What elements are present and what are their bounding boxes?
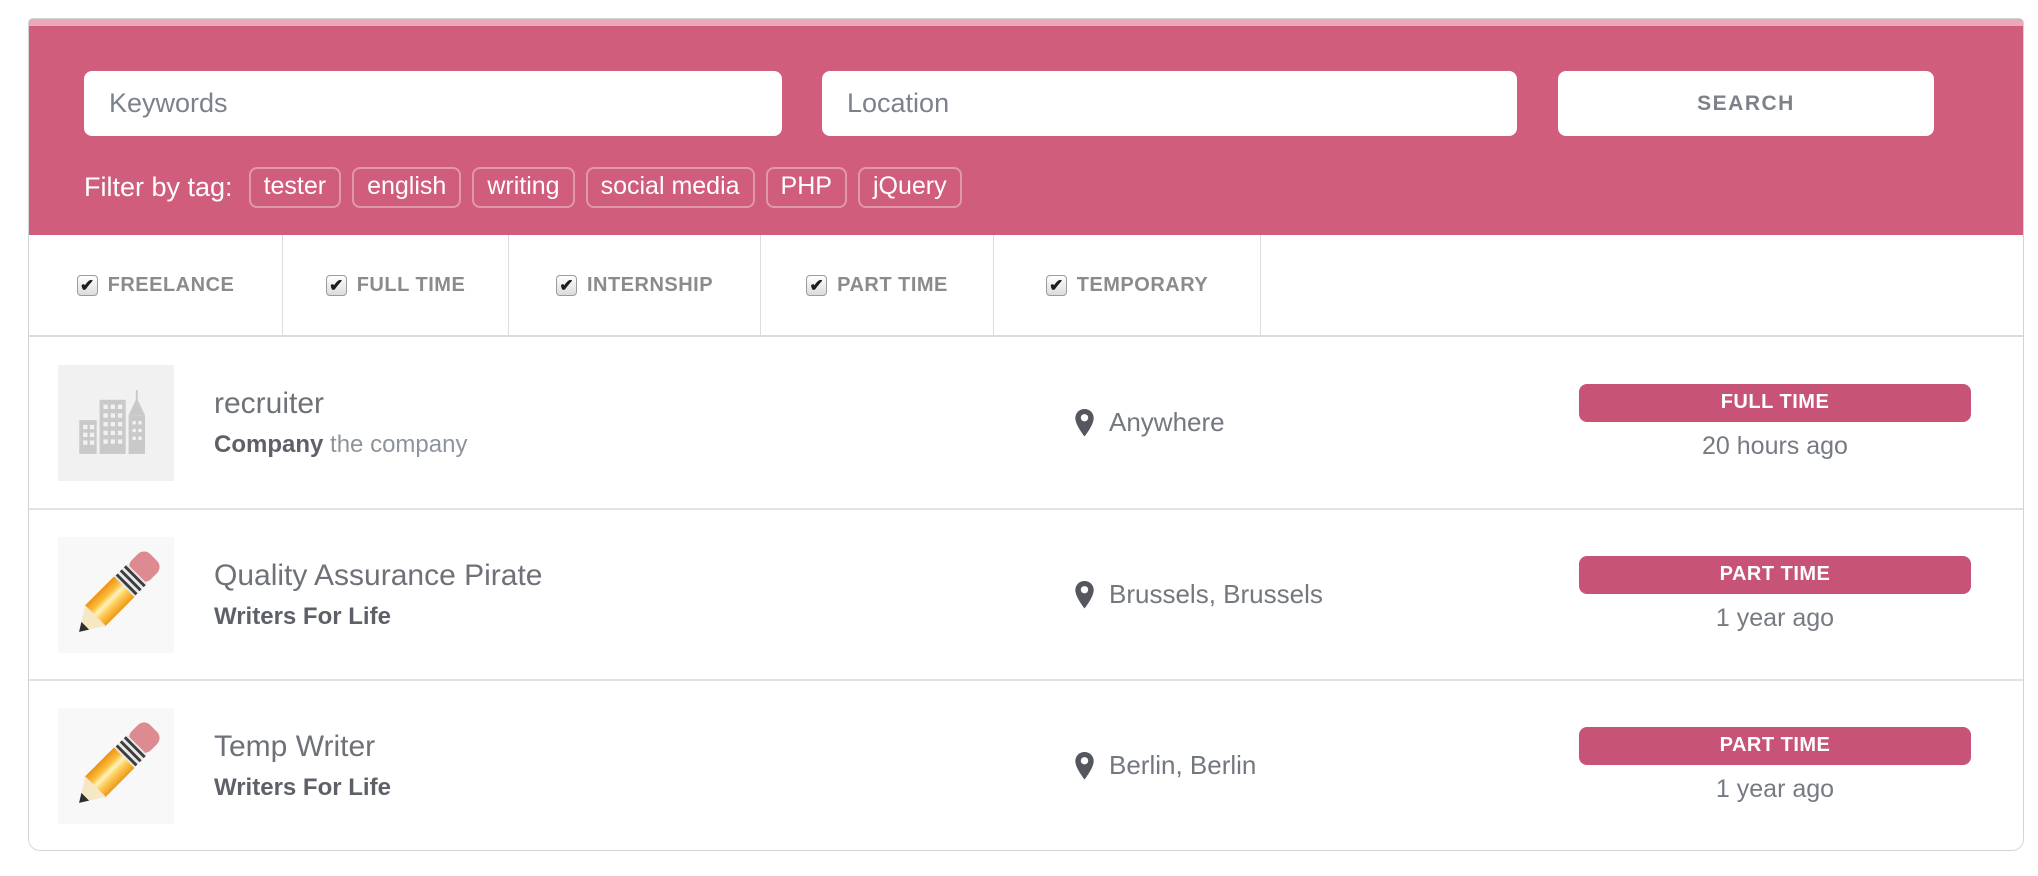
job-company-line: Writers For Life <box>214 603 1074 631</box>
job-type-badge: PART TIME <box>1579 727 1971 765</box>
filter-by-tag-label: Filter by tag: <box>84 172 233 203</box>
job-type-filter-bar: ✔ FREELANCE ✔ FULL TIME ✔ INTERNSHIP ✔ P… <box>29 235 2023 337</box>
job-text-block: recruiter Company the company <box>214 387 1074 459</box>
job-row-temp-writer[interactable]: Temp Writer Writers For Life Berlin, Ber… <box>29 679 2023 850</box>
location-text: Berlin, Berlin <box>1109 750 1256 781</box>
job-type-badge: PART TIME <box>1579 556 1971 594</box>
tag-tester[interactable]: tester <box>249 167 342 208</box>
job-location: Brussels, Brussels <box>1074 579 1579 610</box>
location-input[interactable] <box>822 71 1517 136</box>
posted-time: 1 year ago <box>1579 775 1971 804</box>
job-meta: PART TIME 1 year ago <box>1579 556 1971 633</box>
job-type-full-time[interactable]: ✔ FULL TIME <box>283 235 509 335</box>
pencil-logo-icon <box>58 708 174 824</box>
job-meta: FULL TIME 20 hours ago <box>1579 384 1971 461</box>
job-type-label: INTERNSHIP <box>587 274 713 297</box>
company-tagline: the company <box>330 431 467 458</box>
job-board: SEARCH Filter by tag: tester english wri… <box>28 18 2024 851</box>
job-company-line: Writers For Life <box>214 774 1074 802</box>
job-row-recruiter[interactable]: recruiter Company the company Anywhere F… <box>29 337 2023 508</box>
search-header: SEARCH Filter by tag: tester english wri… <box>29 19 2023 235</box>
pencil-logo-icon <box>58 537 174 653</box>
checkbox-checked-icon[interactable]: ✔ <box>326 275 347 296</box>
job-text-block: Quality Assurance Pirate Writers For Lif… <box>214 559 1074 631</box>
search-button[interactable]: SEARCH <box>1558 71 1934 136</box>
keywords-input[interactable] <box>84 71 782 136</box>
job-company-line: Company the company <box>214 431 1074 459</box>
location-pin-icon <box>1074 751 1095 781</box>
job-type-label: FULL TIME <box>357 274 466 297</box>
job-type-internship[interactable]: ✔ INTERNSHIP <box>509 235 761 335</box>
checkbox-checked-icon[interactable]: ✔ <box>556 275 577 296</box>
checkbox-checked-icon[interactable]: ✔ <box>77 275 98 296</box>
location-text: Brussels, Brussels <box>1109 579 1323 610</box>
company-buildings-icon <box>58 365 174 481</box>
job-title[interactable]: Temp Writer <box>214 730 1074 764</box>
posted-time: 1 year ago <box>1579 604 1971 633</box>
search-row: SEARCH <box>84 71 2023 136</box>
tag-english[interactable]: english <box>352 167 461 208</box>
company-name: Writers For Life <box>214 603 391 630</box>
tag-writing[interactable]: writing <box>472 167 574 208</box>
job-row-quality-assurance-pirate[interactable]: Quality Assurance Pirate Writers For Lif… <box>29 508 2023 679</box>
job-type-label: TEMPORARY <box>1077 274 1209 297</box>
job-title[interactable]: Quality Assurance Pirate <box>214 559 1074 593</box>
job-type-freelance[interactable]: ✔ FREELANCE <box>29 235 283 335</box>
checkbox-checked-icon[interactable]: ✔ <box>806 275 827 296</box>
location-pin-icon <box>1074 408 1095 438</box>
posted-time: 20 hours ago <box>1579 432 1971 461</box>
tag-jquery[interactable]: jQuery <box>858 167 962 208</box>
company-name: Company <box>214 431 323 458</box>
job-listings: recruiter Company the company Anywhere F… <box>29 337 2023 850</box>
tag-social-media[interactable]: social media <box>586 167 755 208</box>
location-text: Anywhere <box>1109 407 1225 438</box>
job-text-block: Temp Writer Writers For Life <box>214 730 1074 802</box>
job-location: Anywhere <box>1074 407 1579 438</box>
tag-php[interactable]: PHP <box>766 167 847 208</box>
job-type-part-time[interactable]: ✔ PART TIME <box>761 235 994 335</box>
company-name: Writers For Life <box>214 774 391 801</box>
filter-bar-spacer <box>1261 235 2023 335</box>
job-title[interactable]: recruiter <box>214 387 1074 421</box>
job-type-label: PART TIME <box>837 274 948 297</box>
location-pin-icon <box>1074 580 1095 610</box>
job-location: Berlin, Berlin <box>1074 750 1579 781</box>
job-type-badge: FULL TIME <box>1579 384 1971 422</box>
checkbox-checked-icon[interactable]: ✔ <box>1046 275 1067 296</box>
tag-filter-row: Filter by tag: tester english writing so… <box>84 167 2023 208</box>
job-type-temporary[interactable]: ✔ TEMPORARY <box>994 235 1261 335</box>
job-type-label: FREELANCE <box>108 274 235 297</box>
job-meta: PART TIME 1 year ago <box>1579 727 1971 804</box>
